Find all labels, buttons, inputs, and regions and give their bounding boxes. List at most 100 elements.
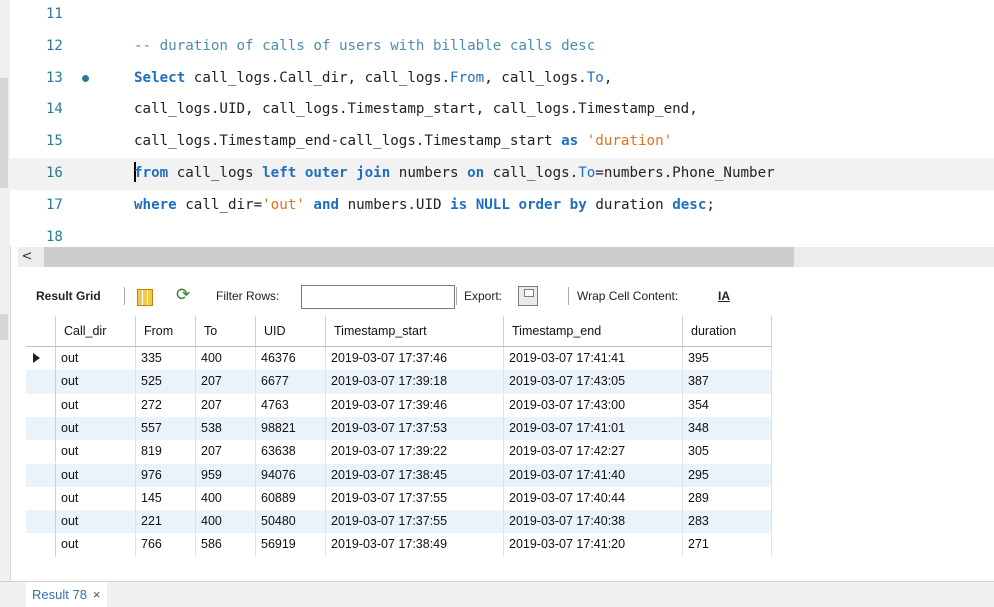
column-header[interactable]: From	[136, 316, 196, 346]
table-cell[interactable]: 2019-03-07 17:43:05	[504, 370, 683, 394]
table-row[interactable]: out 766 586 56919 2019-03-07 17:38:49 2019-03…	[26, 533, 772, 557]
table-cell[interactable]: 46376	[256, 347, 326, 370]
table-cell[interactable]: 63638	[256, 440, 326, 464]
table-row[interactable]: out 272 207 4763 2019-03-07 17:39:46 2019-03-…	[26, 393, 772, 417]
table-cell[interactable]: 976	[136, 463, 196, 487]
table-cell[interactable]: out	[56, 486, 136, 510]
table-row[interactable]: out 976 959 94076 2019-03-07 17:38:45 2019-03…	[26, 463, 772, 487]
table-cell[interactable]: 2019-03-07 17:41:40	[504, 463, 683, 487]
table-cell[interactable]: 60889	[256, 486, 326, 510]
table-row[interactable]: out 145 400 60889 2019-03-07 17:37:55 2019-03…	[26, 486, 772, 511]
column-header[interactable]: Call_dir	[56, 316, 136, 346]
table-cell[interactable]: 271	[683, 533, 772, 557]
refresh-icon[interactable]: ⟳	[176, 285, 190, 305]
row-indicator[interactable]	[26, 440, 56, 464]
scroll-left-arrow[interactable]: <	[20, 247, 34, 267]
table-cell[interactable]: 2019-03-07 17:37:55	[326, 510, 504, 534]
code-line[interactable]: 12 -- duration of calls of users with bil…	[10, 31, 994, 63]
column-header[interactable]: Timestamp_start	[326, 316, 504, 346]
table-cell[interactable]: 557	[136, 416, 196, 440]
code-line[interactable]: 15 call_logs.Timestamp_end-call_logs.Time…	[10, 126, 994, 158]
table-cell[interactable]: out	[56, 533, 136, 557]
table-row[interactable]: out 819 207 63638 2019-03-07 17:39:22 2019-03…	[26, 440, 772, 464]
table-cell[interactable]: 586	[196, 533, 256, 557]
tab-result-78[interactable]: Result 78 ×	[26, 582, 107, 607]
code-line[interactable]: 17 where call_dir='out' and numbers.UID i…	[10, 190, 994, 222]
table-cell[interactable]: out	[56, 347, 136, 370]
table-cell[interactable]: 2019-03-07 17:39:18	[326, 370, 504, 394]
table-cell[interactable]: 207	[196, 440, 256, 464]
table-cell[interactable]: 959	[196, 463, 256, 487]
table-cell[interactable]: 2019-03-07 17:40:38	[504, 510, 683, 534]
grid-view-icon[interactable]	[137, 289, 153, 306]
table-cell[interactable]: 56919	[256, 533, 326, 557]
sql-editor[interactable]: 11 12 -- duration of calls of users with b…	[10, 0, 994, 246]
table-cell[interactable]: 50480	[256, 510, 326, 534]
table-cell[interactable]: 2019-03-07 17:37:46	[326, 347, 504, 370]
table-cell[interactable]: 538	[196, 416, 256, 440]
column-header[interactable]: Timestamp_end	[504, 316, 683, 346]
result-grid-label[interactable]: Result Grid	[36, 289, 101, 303]
close-icon[interactable]: ×	[93, 587, 101, 602]
horizontal-scrollbar[interactable]: <	[18, 247, 994, 267]
table-cell[interactable]: out	[56, 510, 136, 534]
table-cell[interactable]: 2019-03-07 17:39:22	[326, 440, 504, 464]
column-header[interactable]: UID	[256, 316, 326, 346]
table-cell[interactable]: 207	[196, 393, 256, 417]
row-indicator[interactable]	[26, 486, 56, 511]
code-line[interactable]: 11	[10, 0, 994, 31]
table-cell[interactable]: 2019-03-07 17:42:27	[504, 440, 683, 464]
code-line[interactable]: 14 call_logs.UID, call_logs.Timestamp_sta…	[10, 94, 994, 126]
table-cell[interactable]: out	[56, 440, 136, 464]
table-cell[interactable]: 395	[683, 347, 772, 370]
row-indicator[interactable]	[26, 510, 56, 534]
table-cell[interactable]: 295	[683, 463, 772, 487]
table-cell[interactable]: 400	[196, 486, 256, 510]
row-indicator[interactable]	[26, 533, 56, 557]
table-cell[interactable]: 98821	[256, 416, 326, 440]
table-cell[interactable]: 221	[136, 510, 196, 534]
filter-rows-input[interactable]	[301, 285, 455, 309]
scrollbar-thumb[interactable]	[44, 247, 794, 267]
row-indicator[interactable]	[26, 370, 56, 394]
row-indicator[interactable]	[26, 416, 56, 441]
table-cell[interactable]: out	[56, 370, 136, 394]
table-cell[interactable]: 207	[196, 370, 256, 394]
table-row[interactable]: out 221 400 50480 2019-03-07 17:37:55 2019-03…	[26, 510, 772, 534]
table-cell[interactable]: 2019-03-07 17:41:41	[504, 347, 683, 370]
table-cell[interactable]: 354	[683, 393, 772, 417]
table-cell[interactable]: 335	[136, 347, 196, 370]
column-header[interactable]: duration	[683, 316, 772, 346]
table-cell[interactable]: 819	[136, 440, 196, 464]
export-icon[interactable]	[518, 286, 538, 306]
code-line[interactable]: 16 from call_logs left outer join numbers…	[10, 158, 994, 190]
table-cell[interactable]: 2019-03-07 17:41:20	[504, 533, 683, 557]
table-cell[interactable]: 766	[136, 533, 196, 557]
table-cell[interactable]: 2019-03-07 17:40:44	[504, 486, 683, 510]
table-cell[interactable]: 289	[683, 486, 772, 510]
code-line[interactable]: 13 Select call_logs.Call_dir, call_logs.F…	[10, 63, 994, 95]
table-cell[interactable]: out	[56, 393, 136, 417]
table-cell[interactable]: 4763	[256, 393, 326, 417]
table-cell[interactable]: 525	[136, 370, 196, 394]
table-cell[interactable]: 6677	[256, 370, 326, 394]
row-indicator[interactable]	[26, 463, 56, 487]
table-cell[interactable]: 2019-03-07 17:39:46	[326, 393, 504, 417]
table-cell[interactable]: 348	[683, 416, 772, 440]
row-indicator[interactable]	[26, 347, 56, 371]
statement-marker-icon[interactable]	[82, 74, 89, 82]
table-row[interactable]: out 557 538 98821 2019-03-07 17:37:53 2019-03…	[26, 416, 772, 441]
table-cell[interactable]: 272	[136, 393, 196, 417]
table-cell[interactable]: 94076	[256, 463, 326, 487]
table-cell[interactable]: 2019-03-07 17:41:01	[504, 416, 683, 440]
table-cell[interactable]: 387	[683, 370, 772, 394]
table-cell[interactable]: 400	[196, 347, 256, 370]
row-indicator[interactable]	[26, 393, 56, 417]
table-cell[interactable]: out	[56, 463, 136, 487]
table-cell[interactable]: 400	[196, 510, 256, 534]
column-header[interactable]: To	[196, 316, 256, 346]
table-cell[interactable]: 2019-03-07 17:37:55	[326, 486, 504, 510]
table-cell[interactable]: out	[56, 416, 136, 440]
table-cell[interactable]: 2019-03-07 17:38:45	[326, 463, 504, 487]
table-cell[interactable]: 2019-03-07 17:37:53	[326, 416, 504, 440]
